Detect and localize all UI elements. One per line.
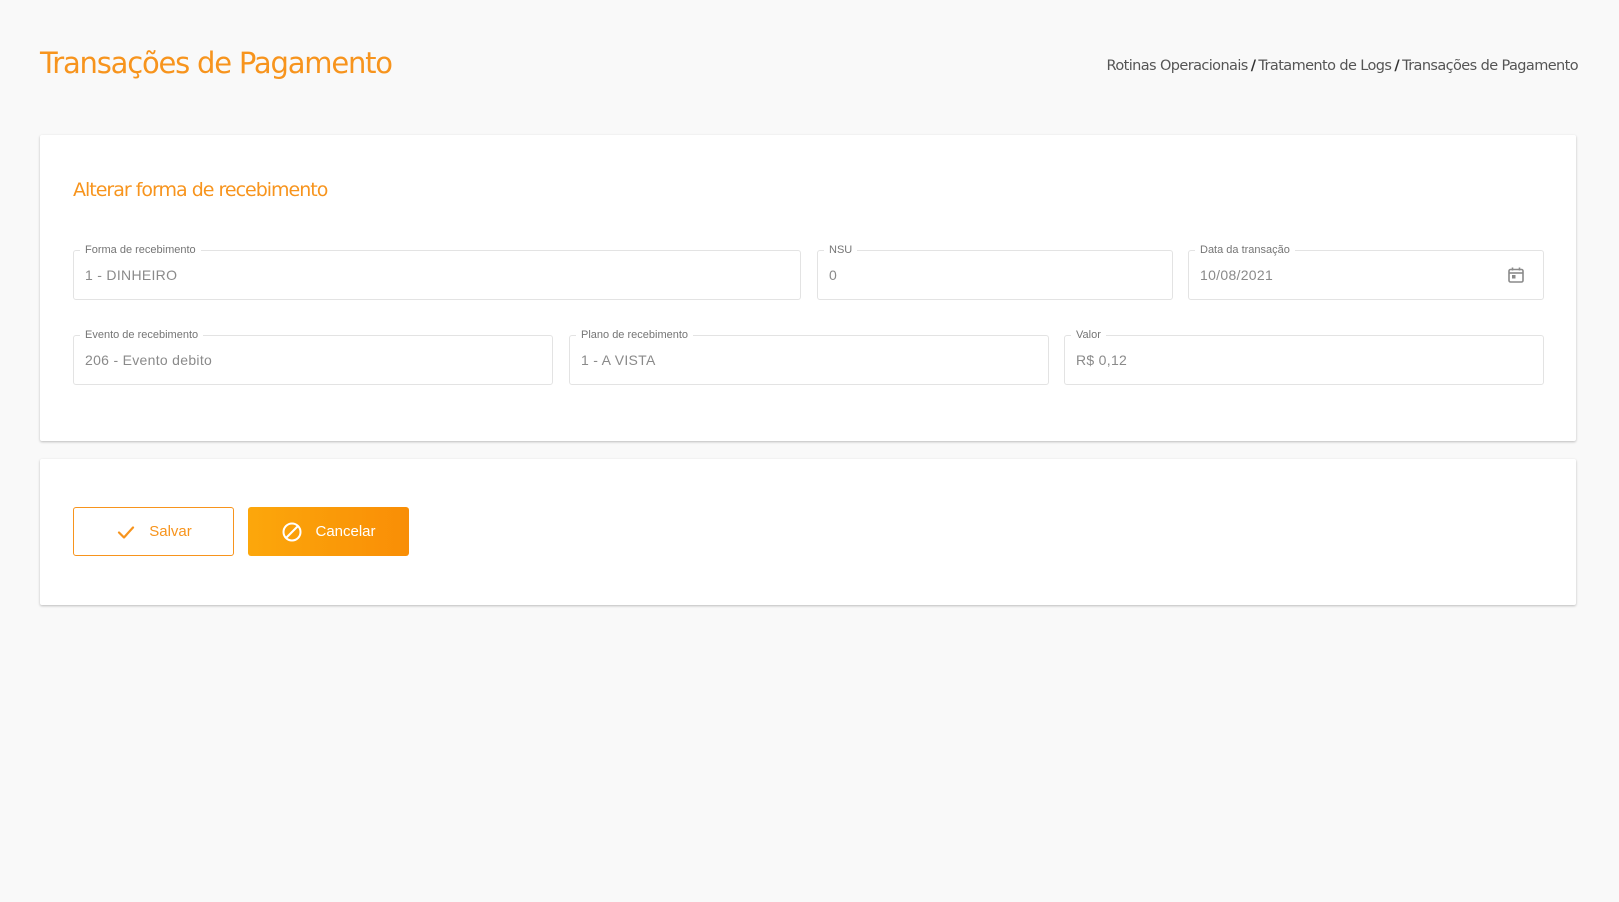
forma-recebimento-value: 1 - DINHEIRO	[85, 267, 178, 283]
cancel-button[interactable]: Cancelar	[248, 507, 409, 556]
calendar-icon[interactable]	[1507, 266, 1525, 284]
save-button[interactable]: Salvar	[73, 507, 234, 556]
form-card: Alterar forma de recebimento Forma de re…	[40, 135, 1576, 441]
plano-recebimento-value: 1 - A VISTA	[581, 352, 656, 368]
breadcrumb-separator: /	[1250, 58, 1256, 74]
valor-field[interactable]: Valor R$ 0,12	[1064, 328, 1544, 385]
nsu-field[interactable]: NSU 0	[817, 243, 1173, 300]
data-transacao-field[interactable]: Data da transação 10/08/2021	[1188, 243, 1544, 300]
field-label: Evento de recebimento	[80, 328, 204, 342]
page-header: Transações de Pagamento Rotinas Operacio…	[40, 44, 1579, 92]
save-button-label: Salvar	[149, 523, 192, 540]
plano-recebimento-field[interactable]: Plano de recebimento 1 - A VISTA	[569, 328, 1049, 385]
nsu-value: 0	[829, 267, 838, 283]
breadcrumb-item-rotinas-operacionais[interactable]: Rotinas Operacionais	[1107, 58, 1249, 74]
cancel-button-label: Cancelar	[315, 523, 376, 540]
data-transacao-value: 10/08/2021	[1200, 267, 1274, 283]
field-label: Plano de recebimento	[576, 328, 694, 342]
actions-card: Salvar Cancelar	[40, 459, 1576, 605]
field-label: Data da transação	[1195, 243, 1295, 257]
breadcrumb-separator: /	[1394, 58, 1400, 74]
breadcrumb-item-current: Transações de Pagamento	[1402, 58, 1579, 74]
check-icon	[115, 521, 137, 543]
page-title: Transações de Pagamento	[40, 46, 393, 80]
evento-recebimento-field[interactable]: Evento de recebimento 206 - Evento debit…	[73, 328, 553, 385]
forma-recebimento-field[interactable]: Forma de recebimento 1 - DINHEIRO	[73, 243, 801, 300]
field-label: Valor	[1071, 328, 1106, 342]
evento-recebimento-value: 206 - Evento debito	[85, 352, 213, 368]
breadcrumb: Rotinas Operacionais / Tratamento de Logs /…	[1107, 58, 1579, 74]
ban-icon	[281, 521, 303, 543]
valor-value: R$ 0,12	[1076, 352, 1128, 368]
section-title: Alterar forma de recebimento	[73, 179, 328, 201]
breadcrumb-item-tratamento-de-logs[interactable]: Tratamento de Logs	[1258, 58, 1392, 74]
field-label: Forma de recebimento	[80, 243, 201, 257]
field-label: NSU	[824, 243, 858, 257]
